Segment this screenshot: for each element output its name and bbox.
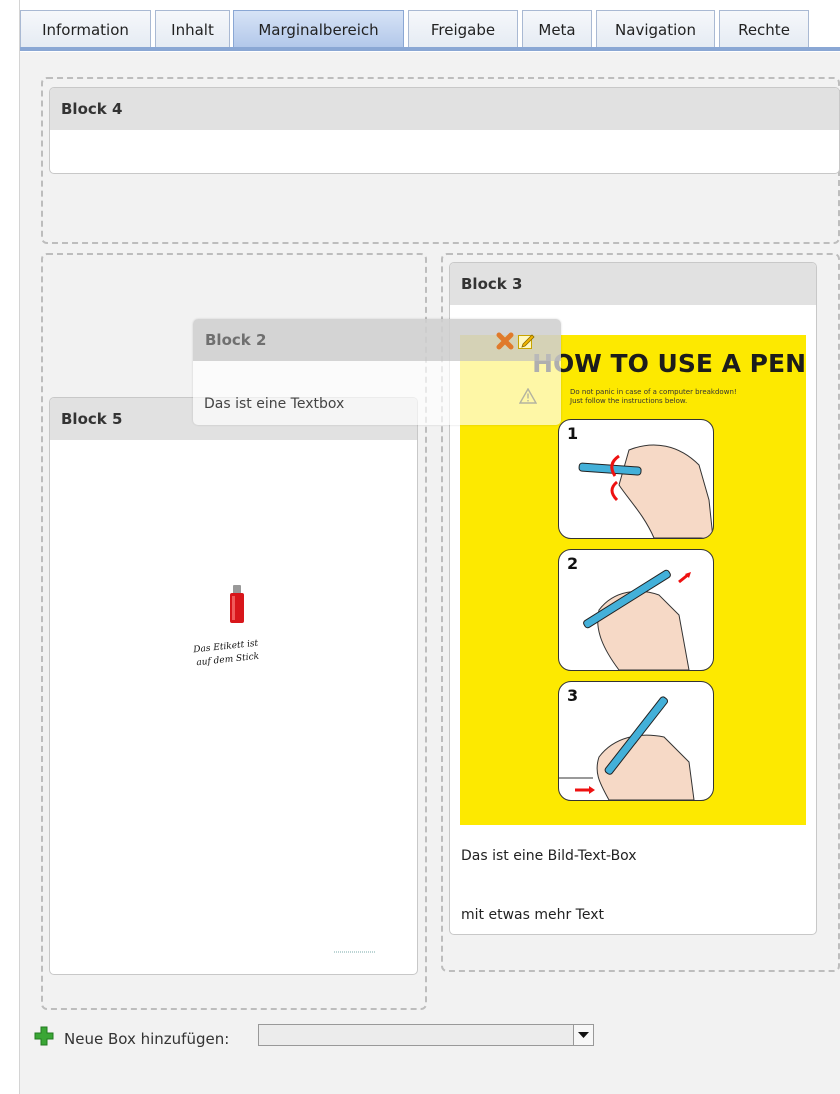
dropdown-arrow-icon[interactable] bbox=[573, 1025, 593, 1045]
delete-icon[interactable] bbox=[496, 332, 514, 350]
editor-panel: Information Inhalt Marginalbereich Freig… bbox=[20, 0, 840, 1094]
tab-inhalt[interactable]: Inhalt bbox=[155, 10, 230, 47]
plus-icon[interactable] bbox=[34, 1026, 54, 1046]
poster-panel-1: 1 bbox=[558, 419, 714, 539]
tab-information[interactable]: Information bbox=[20, 10, 151, 47]
poster-panel-2: 2 bbox=[558, 549, 714, 671]
add-box-label: Neue Box hinzufügen: bbox=[64, 1030, 230, 1048]
usb-stick-image: Das Etikett ist auf dem Stick bbox=[50, 440, 417, 974]
tab-freigabe[interactable]: Freigabe bbox=[408, 10, 518, 47]
tab-bar: Information Inhalt Marginalbereich Freig… bbox=[20, 0, 840, 52]
block-3-text-1: Das ist eine Bild-Text-Box bbox=[461, 848, 637, 864]
tab-marginalbereich[interactable]: Marginalbereich bbox=[233, 10, 404, 47]
block-header[interactable]: Block 4 bbox=[50, 88, 839, 130]
tab-underline bbox=[20, 47, 840, 51]
warning-icon bbox=[518, 387, 538, 404]
stick-caption-line2: auf dem Stick bbox=[196, 652, 260, 669]
edit-icon[interactable] bbox=[517, 332, 535, 350]
tab-rechte[interactable]: Rechte bbox=[719, 10, 809, 47]
block-2-dragging[interactable]: Block 2 Das ist eine Textbox bbox=[193, 319, 561, 425]
poster-panel-3: 3 bbox=[558, 681, 714, 801]
block-3-text-2: mit etwas mehr Text bbox=[461, 907, 604, 923]
block-5[interactable]: Block 5 Das Etikett ist auf dem Stick bbox=[49, 397, 418, 975]
block-4[interactable]: Block 4 bbox=[49, 87, 840, 174]
poster-subtitle: Do not panic in case of a computer break… bbox=[570, 388, 737, 405]
block-header[interactable]: Block 3 bbox=[450, 263, 816, 305]
tab-meta[interactable]: Meta bbox=[522, 10, 592, 47]
tab-navigation[interactable]: Navigation bbox=[596, 10, 715, 47]
add-box-select[interactable] bbox=[258, 1024, 594, 1046]
block-2-text: Das ist eine Textbox bbox=[204, 396, 345, 412]
